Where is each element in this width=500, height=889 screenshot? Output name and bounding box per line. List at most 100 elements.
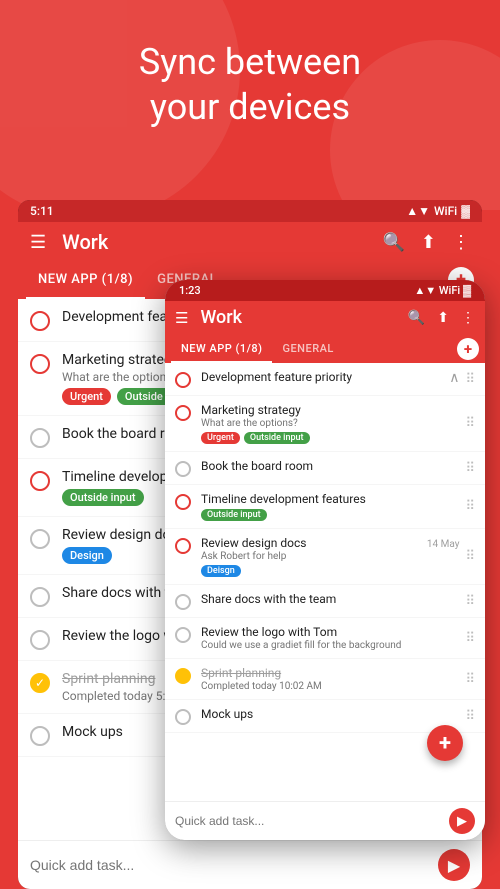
hero-title: Sync between your devices — [20, 40, 480, 130]
phone-task-content-7: Review the logo with Tom Could we use a … — [201, 625, 459, 651]
phone-fab-button[interactable]: + — [427, 725, 463, 761]
phone-task-content-2: Marketing strategy What are the options?… — [201, 403, 459, 444]
phone-drag-icon: ⠿ — [465, 594, 475, 609]
task-checkbox-9[interactable] — [30, 726, 50, 746]
task-checkbox-3[interactable] — [30, 428, 50, 448]
phone-task-tags-2: Urgent Outside input — [201, 432, 459, 444]
phone-checkbox-7[interactable] — [175, 627, 191, 643]
tag-outside-input: Outside input — [62, 489, 144, 506]
phone-add-list-button[interactable]: + — [457, 338, 479, 360]
search-icon[interactable]: 🔍 — [382, 232, 404, 253]
phone-checkbox-9[interactable] — [175, 709, 191, 725]
phone-wifi-icon: WiFi — [439, 284, 463, 297]
phone-search-icon[interactable]: 🔍 — [408, 310, 425, 326]
phone-task-title-8: Sprint planning — [201, 666, 459, 680]
phone-drag-icon: ⠿ — [465, 416, 475, 431]
tablet-status-icons: ▲▼ WiFi ▓ — [406, 204, 470, 218]
app-bar-actions: 🔍 ⬆ ⋮ — [382, 232, 470, 253]
share-icon[interactable]: ⬆ — [421, 232, 436, 253]
phone-signal-icon: ▲▼ — [414, 284, 436, 297]
tab-new-app[interactable]: NEW APP (1/8) — [26, 262, 145, 297]
collapse-icon[interactable]: ∧ — [449, 370, 459, 386]
phone-drag-icon: ⠿ — [465, 499, 475, 514]
phone-tag-urgent: Urgent — [201, 432, 240, 444]
task-checkbox-8[interactable]: ✓ — [30, 673, 50, 693]
list-item: Share docs with the team ⠿ — [165, 585, 485, 618]
phone-task-title-4: Timeline development features — [201, 492, 459, 506]
phone-tab-general[interactable]: GENERAL — [272, 334, 343, 363]
menu-icon[interactable]: ☰ — [30, 232, 46, 253]
phone-task-content-8: Sprint planning Completed today 10:02 AM — [201, 666, 459, 692]
phone-menu-icon[interactable]: ☰ — [175, 309, 188, 327]
phone-tag-outside: Outside input — [244, 432, 310, 444]
list-item: Book the board room ⠿ — [165, 452, 485, 485]
phone-tag-design: Deisgn — [201, 565, 241, 577]
list-item: Sprint planning Completed today 10:02 AM… — [165, 659, 485, 700]
phone-send-button[interactable]: ▶ — [449, 808, 475, 834]
signal-icon: ▲▼ — [406, 204, 430, 218]
phone-checkbox-3[interactable] — [175, 461, 191, 477]
phone-drag-icon: ⠿ — [465, 631, 475, 646]
phone-task-title-6: Share docs with the team — [201, 592, 459, 606]
phone-checkbox-1[interactable] — [175, 372, 191, 388]
phone-task-date-5: 14 May — [427, 539, 460, 550]
hero-section: Sync between your devices — [0, 0, 500, 210]
phone-share-icon[interactable]: ⬆ — [437, 310, 449, 326]
task-checkbox-1[interactable] — [30, 311, 50, 331]
phone-drag-icon: ⠿ — [465, 672, 475, 687]
phone-more-icon[interactable]: ⋮ — [461, 310, 475, 326]
phone-app-bar: ☰ Work 🔍 ⬆ ⋮ — [165, 301, 485, 334]
tablet-app-bar: ☰ Work 🔍 ⬆ ⋮ — [18, 222, 482, 262]
phone-task-content-6: Share docs with the team — [201, 592, 459, 606]
phone-task-content-9: Mock ups — [201, 707, 459, 721]
phone-checkbox-8[interactable] — [175, 668, 191, 684]
phone-tab-bar: NEW APP (1/8) GENERAL + — [165, 334, 485, 363]
phone-task-content-3: Book the board room — [201, 459, 459, 473]
list-item: Development feature priority ∧ ⠿ — [165, 363, 485, 396]
list-item: Review design docs 14 May Ask Robert for… — [165, 529, 485, 585]
phone-tab-new-app[interactable]: NEW APP (1/8) — [171, 334, 272, 363]
phone-checkbox-6[interactable] — [175, 594, 191, 610]
list-item: Review the logo with Tom Could we use a … — [165, 618, 485, 659]
phone-task-content-5: Review design docs 14 May Ask Robert for… — [201, 536, 459, 577]
phone-task-title-9: Mock ups — [201, 707, 459, 721]
list-item: Marketing strategy What are the options?… — [165, 396, 485, 452]
phone-task-tags-4: Outside input — [201, 509, 459, 521]
more-icon[interactable]: ⋮ — [452, 232, 470, 253]
phone-drag-icon: ⠿ — [465, 461, 475, 476]
phone-task-tags-5: Deisgn — [201, 565, 459, 577]
phone-task-subtitle-2: What are the options? — [201, 418, 459, 429]
phone-app-bar-actions: 🔍 ⬆ ⋮ — [408, 310, 475, 326]
phone-tag-outside: Outside input — [201, 509, 267, 521]
task-checkbox-6[interactable] — [30, 587, 50, 607]
tag-urgent: Urgent — [62, 388, 111, 405]
phone-overlay: 1:23 ▲▼ WiFi ▓ ☰ Work 🔍 ⬆ ⋮ NEW APP (1/8… — [165, 280, 485, 840]
task-checkbox-4[interactable] — [30, 471, 50, 491]
phone-task-content-4: Timeline development features Outside in… — [201, 492, 459, 521]
task-checkbox-7[interactable] — [30, 630, 50, 650]
quick-add-input[interactable] — [30, 857, 438, 873]
phone-task-subtitle-7: Could we use a gradiet fill for the back… — [201, 640, 459, 651]
phone-task-subtitle-5: Ask Robert for help — [201, 551, 459, 562]
task-checkbox-2[interactable] — [30, 354, 50, 374]
phone-task-list: Development feature priority ∧ ⠿ Marketi… — [165, 363, 485, 761]
phone-checkbox-2[interactable] — [175, 405, 191, 421]
phone-quick-add-input[interactable] — [175, 814, 449, 828]
phone-quick-add-bar: ▶ — [165, 801, 485, 840]
phone-task-title-5: Review design docs — [201, 536, 306, 550]
phone-drag-icon: ⠿ — [465, 709, 475, 724]
phone-time: 1:23 — [179, 284, 201, 297]
phone-inner: 1:23 ▲▼ WiFi ▓ ☰ Work 🔍 ⬆ ⋮ NEW APP (1/8… — [165, 280, 485, 840]
phone-checkbox-4[interactable] — [175, 494, 191, 510]
app-title: Work — [62, 230, 382, 254]
phone-drag-icon: ⠿ — [465, 372, 475, 387]
phone-checkbox-5[interactable] — [175, 538, 191, 554]
task-checkbox-5[interactable] — [30, 529, 50, 549]
phone-task-title-2: Marketing strategy — [201, 403, 459, 417]
list-item: Timeline development features Outside in… — [165, 485, 485, 529]
phone-task-title-3: Book the board room — [201, 459, 459, 473]
phone-task-title-7: Review the logo with Tom — [201, 625, 459, 639]
tablet-time: 5:11 — [30, 204, 54, 218]
tablet-quick-add-bar: ▶ — [18, 840, 482, 889]
send-button[interactable]: ▶ — [438, 849, 470, 881]
